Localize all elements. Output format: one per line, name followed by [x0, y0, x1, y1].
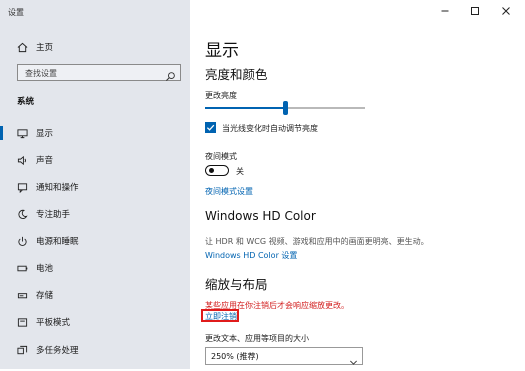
toggle-knob [209, 168, 214, 173]
night-light-toggle[interactable] [205, 165, 229, 176]
sidebar-item-label: 存储 [36, 291, 54, 301]
sidebar-item-label: 主页 [36, 43, 54, 53]
auto-brightness-checkbox[interactable] [205, 122, 216, 133]
sidebar-item-label: 通知和操作 [36, 183, 79, 193]
notification-icon [16, 181, 28, 193]
multitask-icon [16, 344, 28, 356]
sidebar: 设置 主页 查找设置 系统 显示 声音 通知和操作 专注助手 电源和睡眠 电池 … [0, 0, 190, 369]
sidebar-item-label: 显示 [36, 129, 54, 139]
hd-color-heading: Windows HD Color [205, 209, 316, 223]
settings-window: 设置 主页 查找设置 系统 显示 声音 通知和操作 专注助手 电源和睡眠 电池 … [0, 0, 525, 369]
brightness-slider[interactable] [205, 101, 365, 115]
main-content: 显示 亮度和颜色 更改亮度 当光线变化时自动调节亮度 夜间模式 关 夜间模式设置… [190, 0, 525, 369]
section-title: 系统 [17, 97, 35, 107]
hd-color-settings-link[interactable]: Windows HD Color 设置 [205, 250, 297, 261]
close-button[interactable] [496, 4, 516, 18]
window-title: 设置 [8, 8, 24, 17]
scale-dropdown[interactable]: 250% (推荐) [205, 347, 363, 365]
sidebar-item-focus-assist[interactable]: 专注助手 [0, 204, 190, 224]
scale-layout-heading: 缩放与布局 [205, 277, 268, 292]
tablet-icon [16, 316, 28, 328]
battery-icon [16, 262, 28, 274]
sidebar-item-power-sleep[interactable]: 电源和睡眠 [0, 231, 190, 251]
home-icon [16, 41, 28, 53]
maximize-button[interactable] [465, 4, 485, 18]
sidebar-item-storage[interactable]: 存储 [0, 285, 190, 305]
search-input[interactable]: 查找设置 [17, 64, 181, 81]
scale-size-label: 更改文本、应用等项目的大小 [205, 334, 309, 343]
annotation-highlight-box [201, 309, 239, 322]
sidebar-item-label: 声音 [36, 156, 54, 166]
chevron-down-icon [349, 352, 358, 365]
sidebar-item-multitasking[interactable]: 多任务处理 [0, 340, 190, 360]
sidebar-item-label: 多任务处理 [36, 346, 79, 356]
checkmark-icon [206, 124, 215, 131]
sidebar-item-notifications[interactable]: 通知和操作 [0, 177, 190, 197]
night-light-settings-link[interactable]: 夜间模式设置 [205, 186, 253, 197]
hd-color-description: 让 HDR 和 WCG 视频、游戏和应用中的画面更明亮、更生动。 [205, 237, 429, 246]
night-light-label: 夜间模式 [205, 152, 237, 161]
minimize-button[interactable] [435, 4, 455, 18]
sidebar-item-label: 电池 [36, 264, 54, 274]
speaker-icon [16, 154, 28, 166]
sidebar-item-label: 平板模式 [36, 318, 71, 328]
sidebar-item-display[interactable]: 显示 [0, 123, 190, 143]
auto-brightness-label: 当光线变化时自动调节亮度 [222, 124, 318, 133]
page-title: 显示 [205, 41, 239, 61]
sidebar-item-battery[interactable]: 电池 [0, 258, 190, 278]
monitor-icon [16, 127, 28, 139]
sidebar-item-tablet-mode[interactable]: 平板模式 [0, 312, 190, 332]
search-icon[interactable] [165, 67, 176, 81]
sidebar-item-sound[interactable]: 声音 [0, 150, 190, 170]
slider-fill [205, 107, 285, 109]
power-icon [16, 235, 28, 247]
brightness-label: 更改亮度 [205, 91, 237, 100]
moon-icon [16, 208, 28, 220]
scale-dropdown-value: 250% (推荐) [211, 352, 259, 361]
brightness-heading: 亮度和颜色 [205, 67, 268, 82]
night-light-state: 关 [236, 167, 244, 176]
sidebar-item-label: 专注助手 [36, 210, 71, 220]
slider-thumb[interactable] [283, 101, 288, 115]
sidebar-item-home[interactable]: 主页 [0, 37, 190, 57]
search-placeholder: 查找设置 [25, 69, 57, 78]
sidebar-item-label: 电源和睡眠 [36, 237, 79, 247]
storage-icon [16, 289, 28, 301]
